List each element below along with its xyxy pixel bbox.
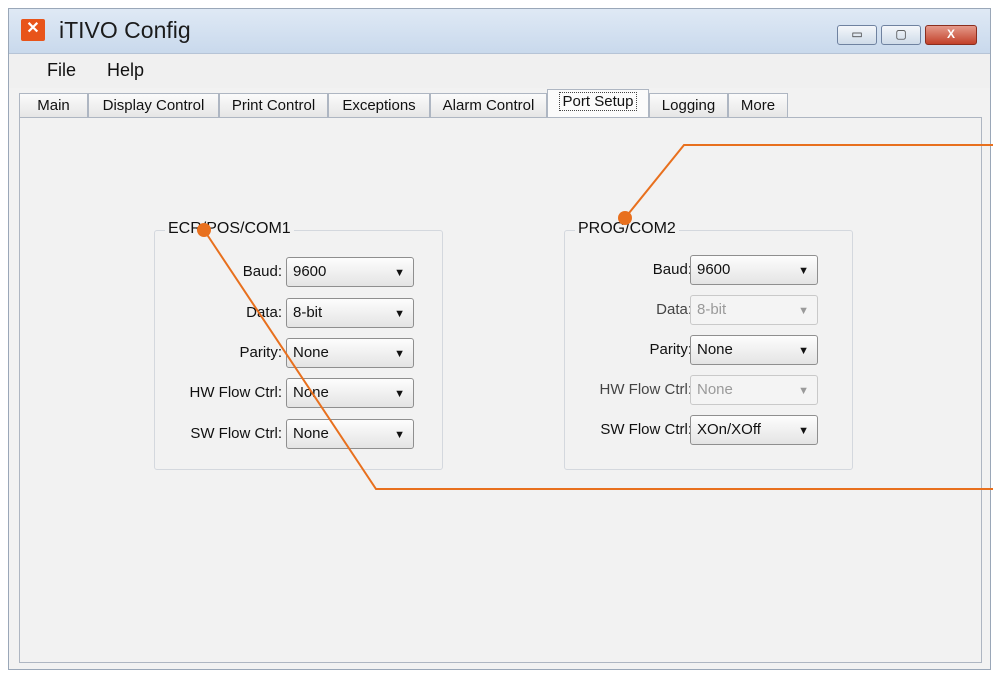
callout-dot-com1 xyxy=(197,223,211,237)
callout-line-com1 xyxy=(203,229,993,490)
annotation-callout xyxy=(197,144,993,490)
callout-line-com2 xyxy=(624,144,993,219)
callout-dot-com2 xyxy=(618,211,632,225)
